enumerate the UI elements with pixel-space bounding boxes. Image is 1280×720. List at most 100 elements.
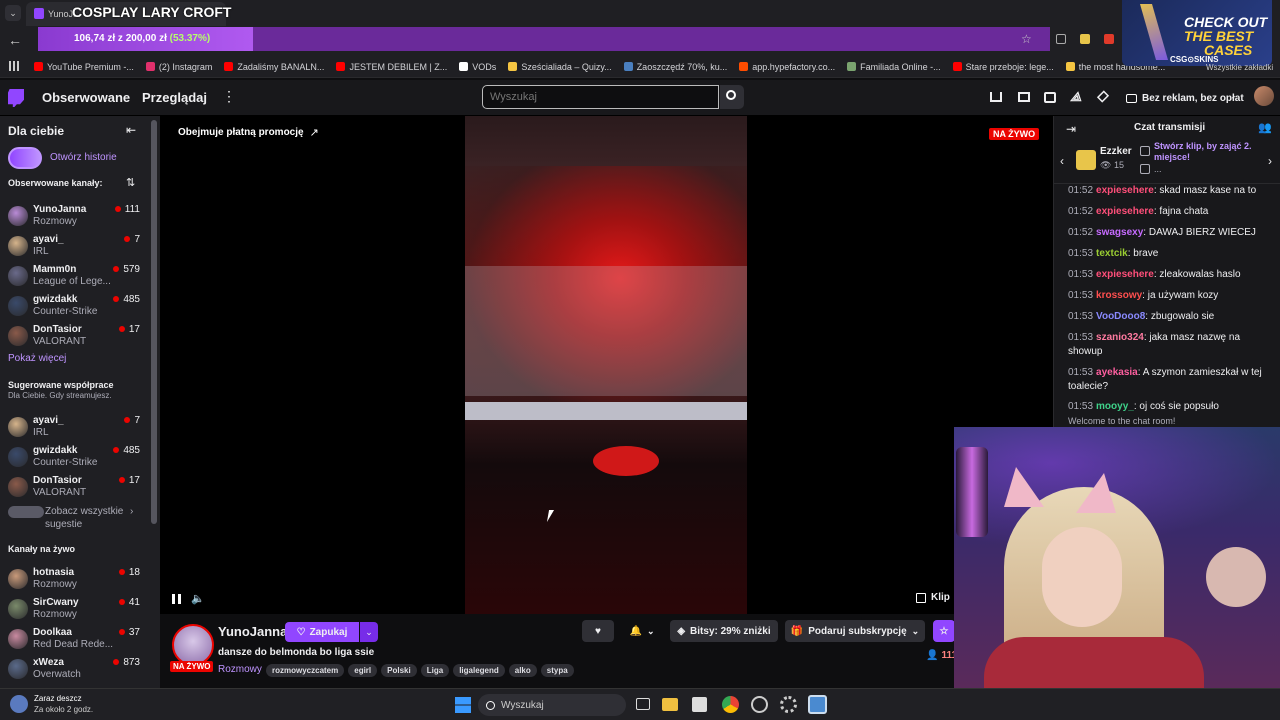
live-channel-sircwany[interactable]: SirCwany Rozmowy 41 — [0, 595, 150, 625]
weather-icon[interactable] — [10, 695, 28, 713]
chat-username[interactable]: krossowy — [1096, 290, 1142, 301]
chat-username[interactable]: expiesehere — [1096, 269, 1154, 280]
live-channel-hotnasia[interactable]: hotnasia Rozmowy 18 — [0, 565, 150, 595]
chat-username[interactable]: ayekasia — [1096, 367, 1138, 378]
follow-dropdown[interactable]: ⌄ — [360, 622, 378, 642]
video-player[interactable]: Obejmuje płatną promocję ↗ NA ŻYWO 🔈 Kli… — [160, 116, 1053, 614]
follow-button[interactable]: ♡ Zapukaj ⌄ — [285, 622, 378, 642]
notification-button[interactable]: 🔔 ⌄ — [622, 620, 662, 642]
channel-avatar[interactable] — [172, 624, 214, 666]
file-explorer-icon[interactable] — [662, 698, 678, 711]
banner-next-icon[interactable]: › — [1268, 154, 1272, 168]
search-input[interactable] — [482, 85, 719, 109]
hype-train-banner[interactable]: ‹ Ezzker 👁 15 Stwórz klip, by zająć 2. m… — [1054, 140, 1280, 184]
taskbar-search[interactable]: Wyszukaj — [478, 694, 626, 716]
chat-username[interactable]: textcik — [1096, 248, 1128, 259]
bookmark-item[interactable]: VODs — [459, 62, 496, 72]
chrome-icon[interactable] — [722, 696, 739, 713]
channel-name[interactable]: YunoJanna — [218, 624, 287, 639]
whispers-icon[interactable] — [1044, 92, 1056, 103]
store-icon[interactable] — [692, 697, 707, 712]
bookmark-item[interactable]: JESTEM DEBILEM | Z... — [336, 62, 447, 72]
stream-tag[interactable]: stypa — [540, 664, 574, 677]
stream-tag[interactable]: alko — [508, 664, 537, 677]
bookmark-item[interactable]: app.hypefactory.co... — [739, 62, 835, 72]
bookmark-item[interactable]: YouTube Premium -... — [34, 62, 134, 72]
heart-button[interactable]: ♥ — [582, 620, 614, 642]
collapse-chat-icon[interactable]: ⇥ — [1066, 122, 1076, 136]
live-channel-doolkaa[interactable]: Doolkaa Red Dead Rede... 37 — [0, 625, 150, 655]
weather-line-1[interactable]: Zaraz deszcz — [34, 694, 82, 703]
chat-username[interactable]: swagsexy — [1096, 227, 1143, 238]
extension-red-icon[interactable] — [1104, 34, 1114, 44]
bits-discount-button[interactable]: ◈ Bitsy: 29% zniżki — [670, 620, 778, 642]
bookmark-item[interactable]: Sześcialiada – Quizy... — [508, 62, 612, 72]
tab-list-button[interactable]: ⌄ — [5, 5, 21, 21]
bits-icon[interactable] — [1096, 90, 1110, 103]
windows-start-icon[interactable] — [455, 697, 471, 713]
followed-channel-dontasior[interactable]: DonTasior VALORANT 17 — [0, 322, 150, 352]
back-arrow-icon[interactable]: ← — [8, 32, 22, 48]
app-icon-1[interactable] — [751, 696, 768, 713]
inbox-icon[interactable] — [1018, 92, 1030, 102]
followed-channel-gwizdakk[interactable]: gwizdakk Counter-Strike 485 — [0, 292, 150, 322]
sort-icon[interactable]: ⇅ — [126, 176, 135, 189]
collab-channel-gwizdakk[interactable]: gwizdakk Counter-Strike 485 — [0, 443, 150, 473]
turbo-icon[interactable]: ⟁ — [1070, 89, 1082, 105]
more-vertical-icon[interactable]: ⋮ — [222, 88, 236, 105]
followed-channel-yunojanna[interactable]: YunoJanna Rozmowy 111 — [0, 202, 150, 232]
chat-username[interactable]: VooDooo8 — [1096, 311, 1145, 322]
stream-tag[interactable]: rozmowyczcatem — [266, 664, 345, 677]
collab-channel-dontasior[interactable]: DonTasior VALORANT 17 — [0, 473, 150, 503]
bookmark-item[interactable]: Familiada Online -... — [847, 62, 941, 72]
task-view-icon[interactable] — [636, 698, 650, 710]
clip-button[interactable]: Klip — [916, 592, 950, 603]
weather-line-2[interactable]: Za około 2 godz. — [34, 705, 93, 714]
extension-icon[interactable] — [1056, 34, 1066, 44]
nav-browse[interactable]: Przeglądaj — [142, 90, 207, 105]
nav-following[interactable]: Obserwowane — [42, 90, 130, 105]
follow-main[interactable]: ♡ Zapukaj — [285, 622, 359, 642]
gift-sub-button[interactable]: 🎁 Podaruj subskrypcję ⌄ — [785, 620, 925, 642]
subscribe-star-button[interactable]: ☆ — [933, 620, 955, 642]
bookmark-item[interactable]: Zadaliśmy BANALN... — [224, 62, 324, 72]
stories-avatar[interactable] — [8, 147, 42, 169]
collab-channel-ayavi[interactable]: ayavi_ IRL 7 — [0, 413, 150, 443]
chat-username[interactable]: mooyy_ — [1096, 401, 1134, 412]
user-avatar[interactable] — [1254, 86, 1274, 106]
paid-promotion-label[interactable]: Obejmuje płatną promocję ↗ — [178, 126, 319, 139]
chat-users-icon[interactable]: 👥 — [1258, 121, 1272, 134]
star-bookmark-icon[interactable]: ☆ — [1021, 32, 1032, 46]
obs-app-icon[interactable] — [808, 695, 827, 714]
chat-username[interactable]: expiesehere — [1096, 185, 1154, 196]
stream-tag[interactable]: egirl — [348, 664, 378, 677]
pause-icon[interactable] — [172, 594, 181, 604]
see-all-suggestions[interactable]: Zobacz wszystkie sugestie › — [8, 504, 148, 532]
volume-icon[interactable]: 🔈 — [191, 592, 205, 605]
prime-crown-icon[interactable] — [990, 92, 1002, 102]
open-stories-link[interactable]: Otwórz historie — [50, 152, 117, 163]
bookmark-item[interactable]: Stare przeboje: lege... — [952, 62, 1054, 72]
bookmark-item[interactable]: (2) Instagram — [145, 62, 212, 72]
banner-prev-icon[interactable]: ‹ — [1060, 154, 1064, 168]
no-ads-button[interactable]: Bez reklam, bez opłat — [1120, 86, 1246, 110]
stream-tag[interactable]: Liga — [420, 664, 450, 677]
extension-yellow-icon[interactable] — [1080, 34, 1090, 44]
chat-username[interactable]: szanio324 — [1096, 332, 1144, 343]
sidebar-scrollbar[interactable] — [151, 120, 157, 524]
show-more-link[interactable]: Pokaż więcej — [8, 353, 66, 364]
search-button[interactable] — [720, 85, 744, 109]
followed-channel-ayavi[interactable]: ayavi_ IRL 7 — [0, 232, 150, 262]
stream-tag[interactable]: ligalegend — [453, 664, 505, 677]
live-channel-xweza[interactable]: xWeza Overwatch 873 — [0, 655, 150, 685]
stream-category[interactable]: Rozmowy — [218, 664, 262, 675]
followed-channel-mamm0n[interactable]: Mamm0n League of Lege... 579 — [0, 262, 150, 292]
stream-tag[interactable]: Polski — [381, 664, 417, 677]
twitch-logo-icon[interactable] — [8, 89, 24, 107]
csgo-skins-ad[interactable]: CHECK OUT THE BEST CASES CSG⊙SKINS — [1122, 0, 1272, 66]
settings-gear-icon[interactable] — [780, 696, 797, 713]
apps-grid-icon[interactable] — [9, 61, 19, 71]
collapse-sidebar-icon[interactable]: ⇤ — [126, 123, 136, 137]
chat-username[interactable]: expiesehere — [1096, 206, 1154, 217]
all-bookmarks-link[interactable]: Wszystkie zakładki — [1206, 63, 1273, 72]
